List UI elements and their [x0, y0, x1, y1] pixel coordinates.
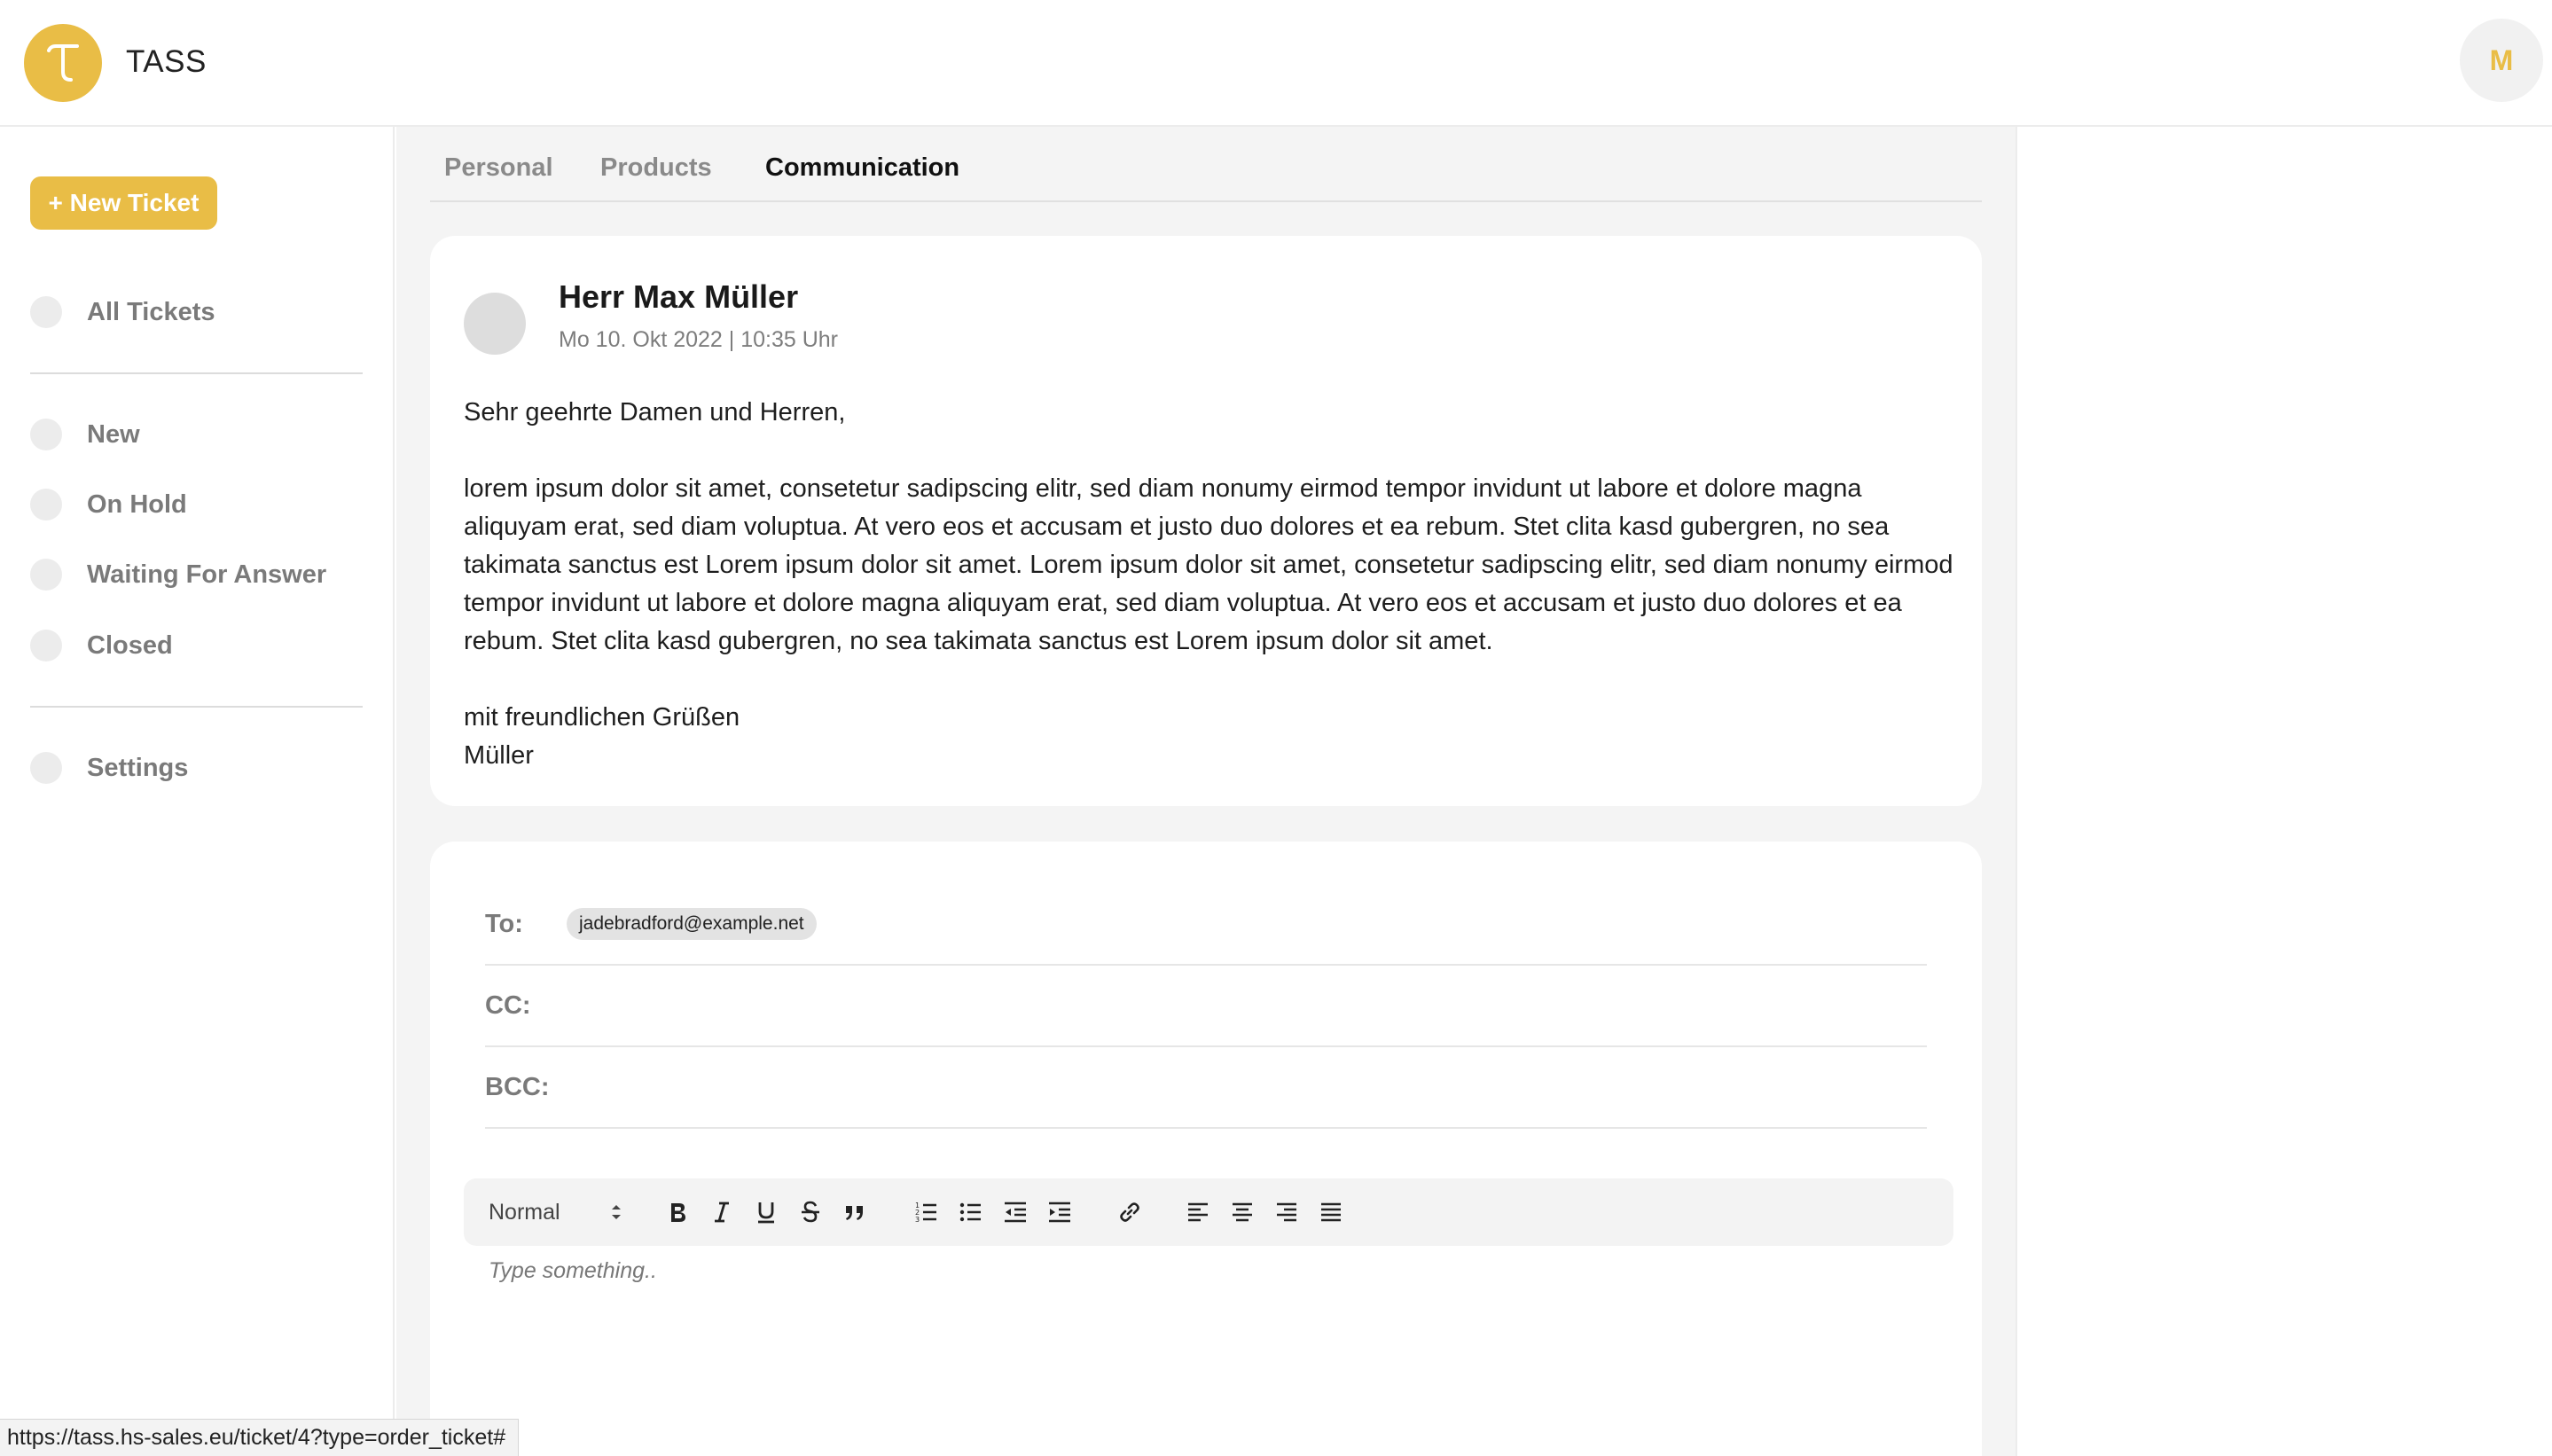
- sidebar-item-label: Closed: [87, 630, 173, 660]
- recipient-chip[interactable]: jadebradford@example.net: [567, 908, 817, 940]
- link-icon[interactable]: [1115, 1197, 1145, 1227]
- select-arrows-icon: [612, 1205, 621, 1219]
- quote-icon[interactable]: [840, 1197, 870, 1227]
- compose-card: To: jadebradford@example.net CC: BCC: No…: [430, 842, 1982, 1456]
- message-greeting: Sehr geehrte Damen und Herren,: [464, 398, 846, 427]
- cc-field[interactable]: CC:: [485, 966, 1927, 1047]
- nav-dot-icon: [30, 630, 62, 661]
- message-closing: mit freundlichen Grüßen: [464, 703, 740, 732]
- indent-icon[interactable]: [1045, 1197, 1075, 1227]
- sidebar-item-on-hold[interactable]: On Hold: [30, 483, 187, 526]
- sidebar: + New Ticket All Tickets New On Hold Wai…: [0, 127, 395, 1456]
- nav-dot-icon: [30, 419, 62, 450]
- right-panel: [2016, 127, 2552, 1456]
- strikethrough-icon[interactable]: [795, 1197, 826, 1227]
- format-select-value: Normal: [489, 1199, 560, 1225]
- message-signature: Müller: [464, 741, 534, 770]
- editor-placeholder[interactable]: Type something..: [489, 1258, 657, 1284]
- sidebar-item-label: Waiting For Answer: [87, 560, 327, 589]
- nav-dot-icon: [30, 559, 62, 591]
- nav-dot-icon: [30, 296, 62, 328]
- sender-avatar: [464, 293, 526, 355]
- nav-dot-icon: [30, 752, 62, 784]
- italic-icon[interactable]: [707, 1197, 737, 1227]
- sidebar-item-label: Settings: [87, 753, 189, 782]
- tab-bar: Personal Products Communication: [430, 127, 1982, 202]
- app-logo[interactable]: [24, 24, 102, 102]
- bold-icon[interactable]: [662, 1197, 693, 1227]
- align-right-icon[interactable]: [1272, 1197, 1302, 1227]
- status-bar-url: https://tass.hs-sales.eu/ticket/4?type=o…: [0, 1419, 520, 1456]
- sidebar-divider: [30, 372, 363, 374]
- message-card: Herr Max Müller Mo 10. Okt 2022 | 10:35 …: [430, 236, 1982, 806]
- outdent-icon[interactable]: [1000, 1197, 1030, 1227]
- bcc-field[interactable]: BCC:: [485, 1047, 1927, 1129]
- new-ticket-button[interactable]: + New Ticket: [30, 176, 217, 230]
- bcc-label: BCC:: [485, 1072, 550, 1101]
- format-select[interactable]: Normal: [489, 1178, 621, 1246]
- user-avatar[interactable]: M: [2460, 19, 2543, 102]
- tab-products[interactable]: Products: [600, 153, 712, 183]
- sidebar-item-label: All Tickets: [87, 297, 215, 326]
- to-field[interactable]: To: jadebradford@example.net: [485, 884, 1927, 966]
- tab-personal[interactable]: Personal: [444, 153, 553, 183]
- nav-dot-icon: [30, 489, 62, 521]
- sidebar-item-closed[interactable]: Closed: [30, 624, 173, 667]
- svg-text:3: 3: [915, 1216, 920, 1224]
- sidebar-item-settings[interactable]: Settings: [30, 747, 188, 789]
- logo-t-icon: [47, 44, 79, 82]
- message-date: Mo 10. Okt 2022 | 10:35 Uhr: [559, 327, 839, 352]
- cc-label: CC:: [485, 990, 531, 1020]
- editor-toolbar: Normal 123: [464, 1178, 1953, 1246]
- align-center-icon[interactable]: [1227, 1197, 1257, 1227]
- sidebar-item-new[interactable]: New: [30, 413, 140, 456]
- tab-communication[interactable]: Communication: [765, 153, 959, 183]
- top-bar: TASS M: [0, 0, 2552, 127]
- to-label: To:: [485, 909, 523, 938]
- align-justify-icon[interactable]: [1316, 1197, 1346, 1227]
- message-body: Sehr geehrte Damen und Herren, lorem ips…: [464, 394, 1953, 775]
- sidebar-item-label: New: [87, 419, 140, 449]
- bullet-list-icon[interactable]: [956, 1197, 986, 1227]
- sidebar-item-all-tickets[interactable]: All Tickets: [30, 291, 215, 333]
- sidebar-item-waiting-for-answer[interactable]: Waiting For Answer: [30, 553, 326, 596]
- sidebar-divider: [30, 706, 363, 708]
- main-content: Personal Products Communication Herr Max…: [396, 127, 2016, 1456]
- underline-icon[interactable]: [751, 1197, 781, 1227]
- sidebar-item-label: On Hold: [87, 489, 187, 519]
- ordered-list-icon[interactable]: 123: [912, 1197, 942, 1227]
- message-text: lorem ipsum dolor sit amet, consetetur s…: [464, 474, 1953, 655]
- app-title: TASS: [126, 44, 207, 79]
- align-left-icon[interactable]: [1183, 1197, 1213, 1227]
- sender-name: Herr Max Müller: [559, 278, 799, 315]
